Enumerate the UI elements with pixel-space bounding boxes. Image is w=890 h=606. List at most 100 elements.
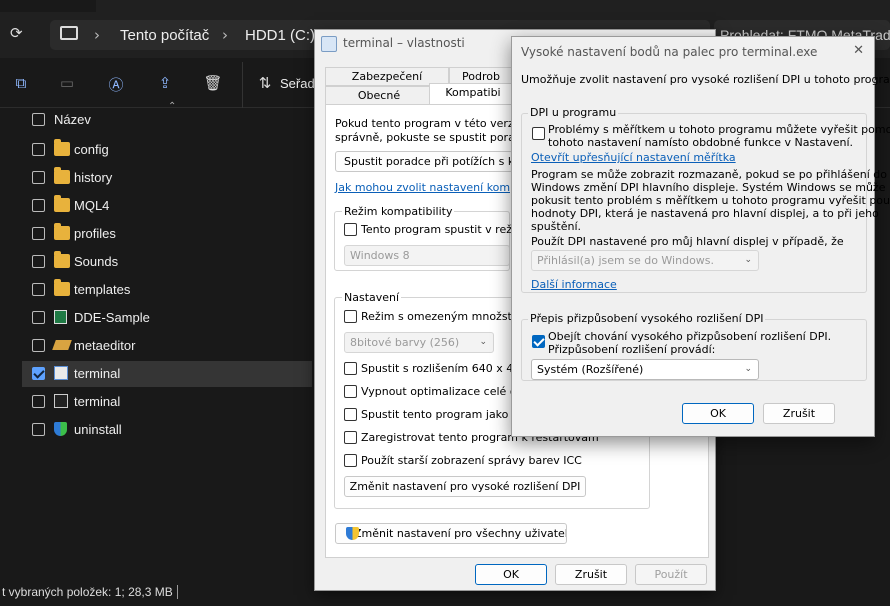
file-row[interactable]: profiles	[22, 221, 312, 247]
dpi-override-label-2: Přizpůsobení rozlišení provádí:	[548, 343, 716, 356]
file-name: terminal	[74, 394, 121, 409]
file-row[interactable]: MQL4	[22, 193, 312, 219]
file-checkbox[interactable]	[32, 227, 45, 240]
tab-compatibility[interactable]: Kompatibi	[429, 83, 517, 105]
reduced-color-checkbox[interactable]	[344, 310, 357, 323]
file-checkbox[interactable]	[32, 199, 45, 212]
spreadsheet-icon	[54, 310, 67, 324]
all-users-button[interactable]: Změnit nastavení pro všechny uživatele	[335, 523, 567, 544]
chevron-right-icon: ›	[94, 26, 100, 44]
file-checkbox[interactable]	[32, 339, 45, 352]
file-row[interactable]: uninstall	[22, 417, 312, 443]
run-as-admin-checkbox[interactable]	[344, 408, 357, 421]
properties-title: terminal – vlastnosti	[343, 36, 465, 50]
close-icon[interactable]: ✕	[853, 43, 864, 58]
paste-icon: ▭	[59, 74, 75, 92]
file-checkbox[interactable]	[32, 367, 45, 380]
file-checkbox[interactable]	[32, 283, 45, 296]
dpi-explanation-1: Program se může zobrazit rozmazaně, poku…	[531, 168, 887, 181]
cancel-button[interactable]: Zrušit	[555, 564, 627, 585]
terminal-app-icon	[54, 394, 68, 408]
file-row[interactable]: DDE-Sample	[22, 305, 312, 331]
status-divider	[177, 585, 178, 599]
advanced-scaling-link[interactable]: Otevřít upřesňující nastavení měřítka	[531, 151, 736, 164]
folder-icon	[54, 167, 70, 184]
use-dpi-select: Přihlásil(a) jsem se do Windows. ⌄	[531, 250, 759, 271]
crumb-drive[interactable]: HDD1 (C:)	[245, 27, 315, 44]
icc-label: Použít starší zobrazení správy barev ICC	[361, 454, 582, 467]
copy-icon[interactable]: ⧉	[10, 74, 32, 96]
file-name: history	[74, 170, 113, 185]
status-text: t vybraných položek: 1; 28,3 MB	[2, 585, 173, 599]
program-dpi-title: DPI u programu	[528, 106, 619, 119]
file-name: terminal	[74, 366, 121, 381]
chevron-down-icon: ⌄	[479, 337, 487, 347]
file-row[interactable]: templates	[22, 277, 312, 303]
icc-checkbox[interactable]	[344, 454, 357, 467]
file-checkbox[interactable]	[32, 311, 45, 324]
file-checkbox[interactable]	[32, 395, 45, 408]
column-name-header[interactable]: Název	[54, 112, 91, 127]
tab-general[interactable]: Obecné	[325, 86, 433, 105]
editor-icon	[52, 340, 72, 350]
folder-icon	[54, 195, 70, 212]
app-icon	[321, 36, 337, 52]
program-dpi-label-2: tohoto nastavení namísto obdobné funkce …	[548, 136, 854, 149]
ok-button[interactable]: OK	[475, 564, 547, 585]
refresh-icon[interactable]: ⟳	[10, 24, 23, 42]
title-strip	[96, 0, 890, 12]
file-row[interactable]: metaeditor	[22, 333, 312, 359]
compat-mode-title: Režim kompatibility	[342, 205, 455, 218]
file-row[interactable]: terminal	[22, 389, 312, 415]
rename-icon[interactable]: Ⓐ	[105, 74, 127, 96]
file-checkbox[interactable]	[32, 171, 45, 184]
dpi-dialog-title: Vysoké nastavení bodů na palec pro termi…	[521, 45, 818, 59]
file-name: MQL4	[74, 198, 110, 213]
compat-os-select: Windows 8	[344, 245, 510, 266]
delete-icon[interactable]: 🗑	[202, 74, 224, 96]
file-name: config	[74, 142, 109, 157]
dpi-subtitle: Umožňuje zvolit nastavení pro vysoké roz…	[521, 73, 890, 86]
fullscreen-opt-checkbox[interactable]	[344, 385, 357, 398]
color-depth-select: 8bitové barvy (256) ⌄	[344, 332, 494, 353]
file-name: uninstall	[74, 422, 122, 437]
computer-icon	[60, 26, 78, 40]
file-checkbox[interactable]	[32, 423, 45, 436]
compat-mode-checkbox[interactable]	[344, 223, 357, 236]
crumb-this-pc[interactable]: Tento počítač	[120, 27, 209, 44]
color-depth-value: 8bitové barvy (256)	[350, 336, 460, 349]
column-header-row: Název ⌃	[22, 101, 312, 133]
file-row[interactable]: history	[22, 165, 312, 191]
settings-title: Nastavení	[342, 291, 402, 304]
scaling-performed-by-value: Systém (Rozšířené)	[537, 363, 644, 376]
dpi-explanation-3: pokusit tento problém s měřítkem u tohot…	[531, 194, 890, 207]
file-name: Sounds	[74, 254, 119, 269]
res640-checkbox[interactable]	[344, 362, 357, 375]
file-row[interactable]: terminal	[22, 361, 312, 387]
file-row[interactable]: Sounds	[22, 249, 312, 275]
file-checkbox[interactable]	[32, 255, 45, 268]
chevron-right-icon: ›	[222, 26, 228, 44]
shield-icon	[54, 422, 67, 436]
share-icon[interactable]: ⇪	[154, 74, 176, 96]
chevron-down-icon: ⌄	[744, 364, 752, 374]
dpi-override-label: Obejít chování vysokého přizpůsobení roz…	[548, 330, 832, 343]
program-dpi-label: Problémy s měřítkem u tohoto programu mů…	[548, 123, 890, 136]
register-restart-checkbox[interactable]	[344, 431, 357, 444]
more-info-link[interactable]: Další informace	[531, 278, 617, 291]
high-dpi-settings-button[interactable]: Změnit nastavení pro vysoké rozlišení DP…	[344, 476, 586, 497]
select-all-checkbox[interactable]	[32, 113, 45, 126]
apply-button: Použít	[635, 564, 707, 585]
troubleshooter-button[interactable]: Spustit poradce při potížích s komp	[335, 151, 513, 172]
file-checkbox[interactable]	[32, 143, 45, 156]
scaling-performed-by-select[interactable]: Systém (Rozšířené) ⌄	[531, 359, 759, 380]
dpi-cancel-button[interactable]: Zrušit	[763, 403, 835, 424]
program-dpi-checkbox[interactable]	[532, 127, 545, 140]
file-name: templates	[74, 282, 131, 297]
shield-icon	[346, 527, 359, 540]
file-row[interactable]: config	[22, 137, 312, 163]
dpi-ok-button[interactable]: OK	[682, 403, 754, 424]
sort-icon[interactable]: ⇅	[254, 74, 276, 96]
dpi-override-checkbox[interactable]	[532, 335, 545, 348]
compat-os-value: Windows 8	[350, 249, 410, 262]
